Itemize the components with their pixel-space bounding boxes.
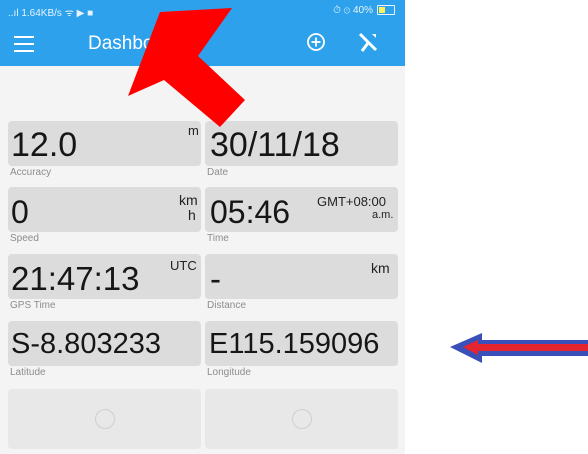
annotation-layer: [128, 8, 588, 363]
red-arrow-annotation: [128, 8, 245, 127]
